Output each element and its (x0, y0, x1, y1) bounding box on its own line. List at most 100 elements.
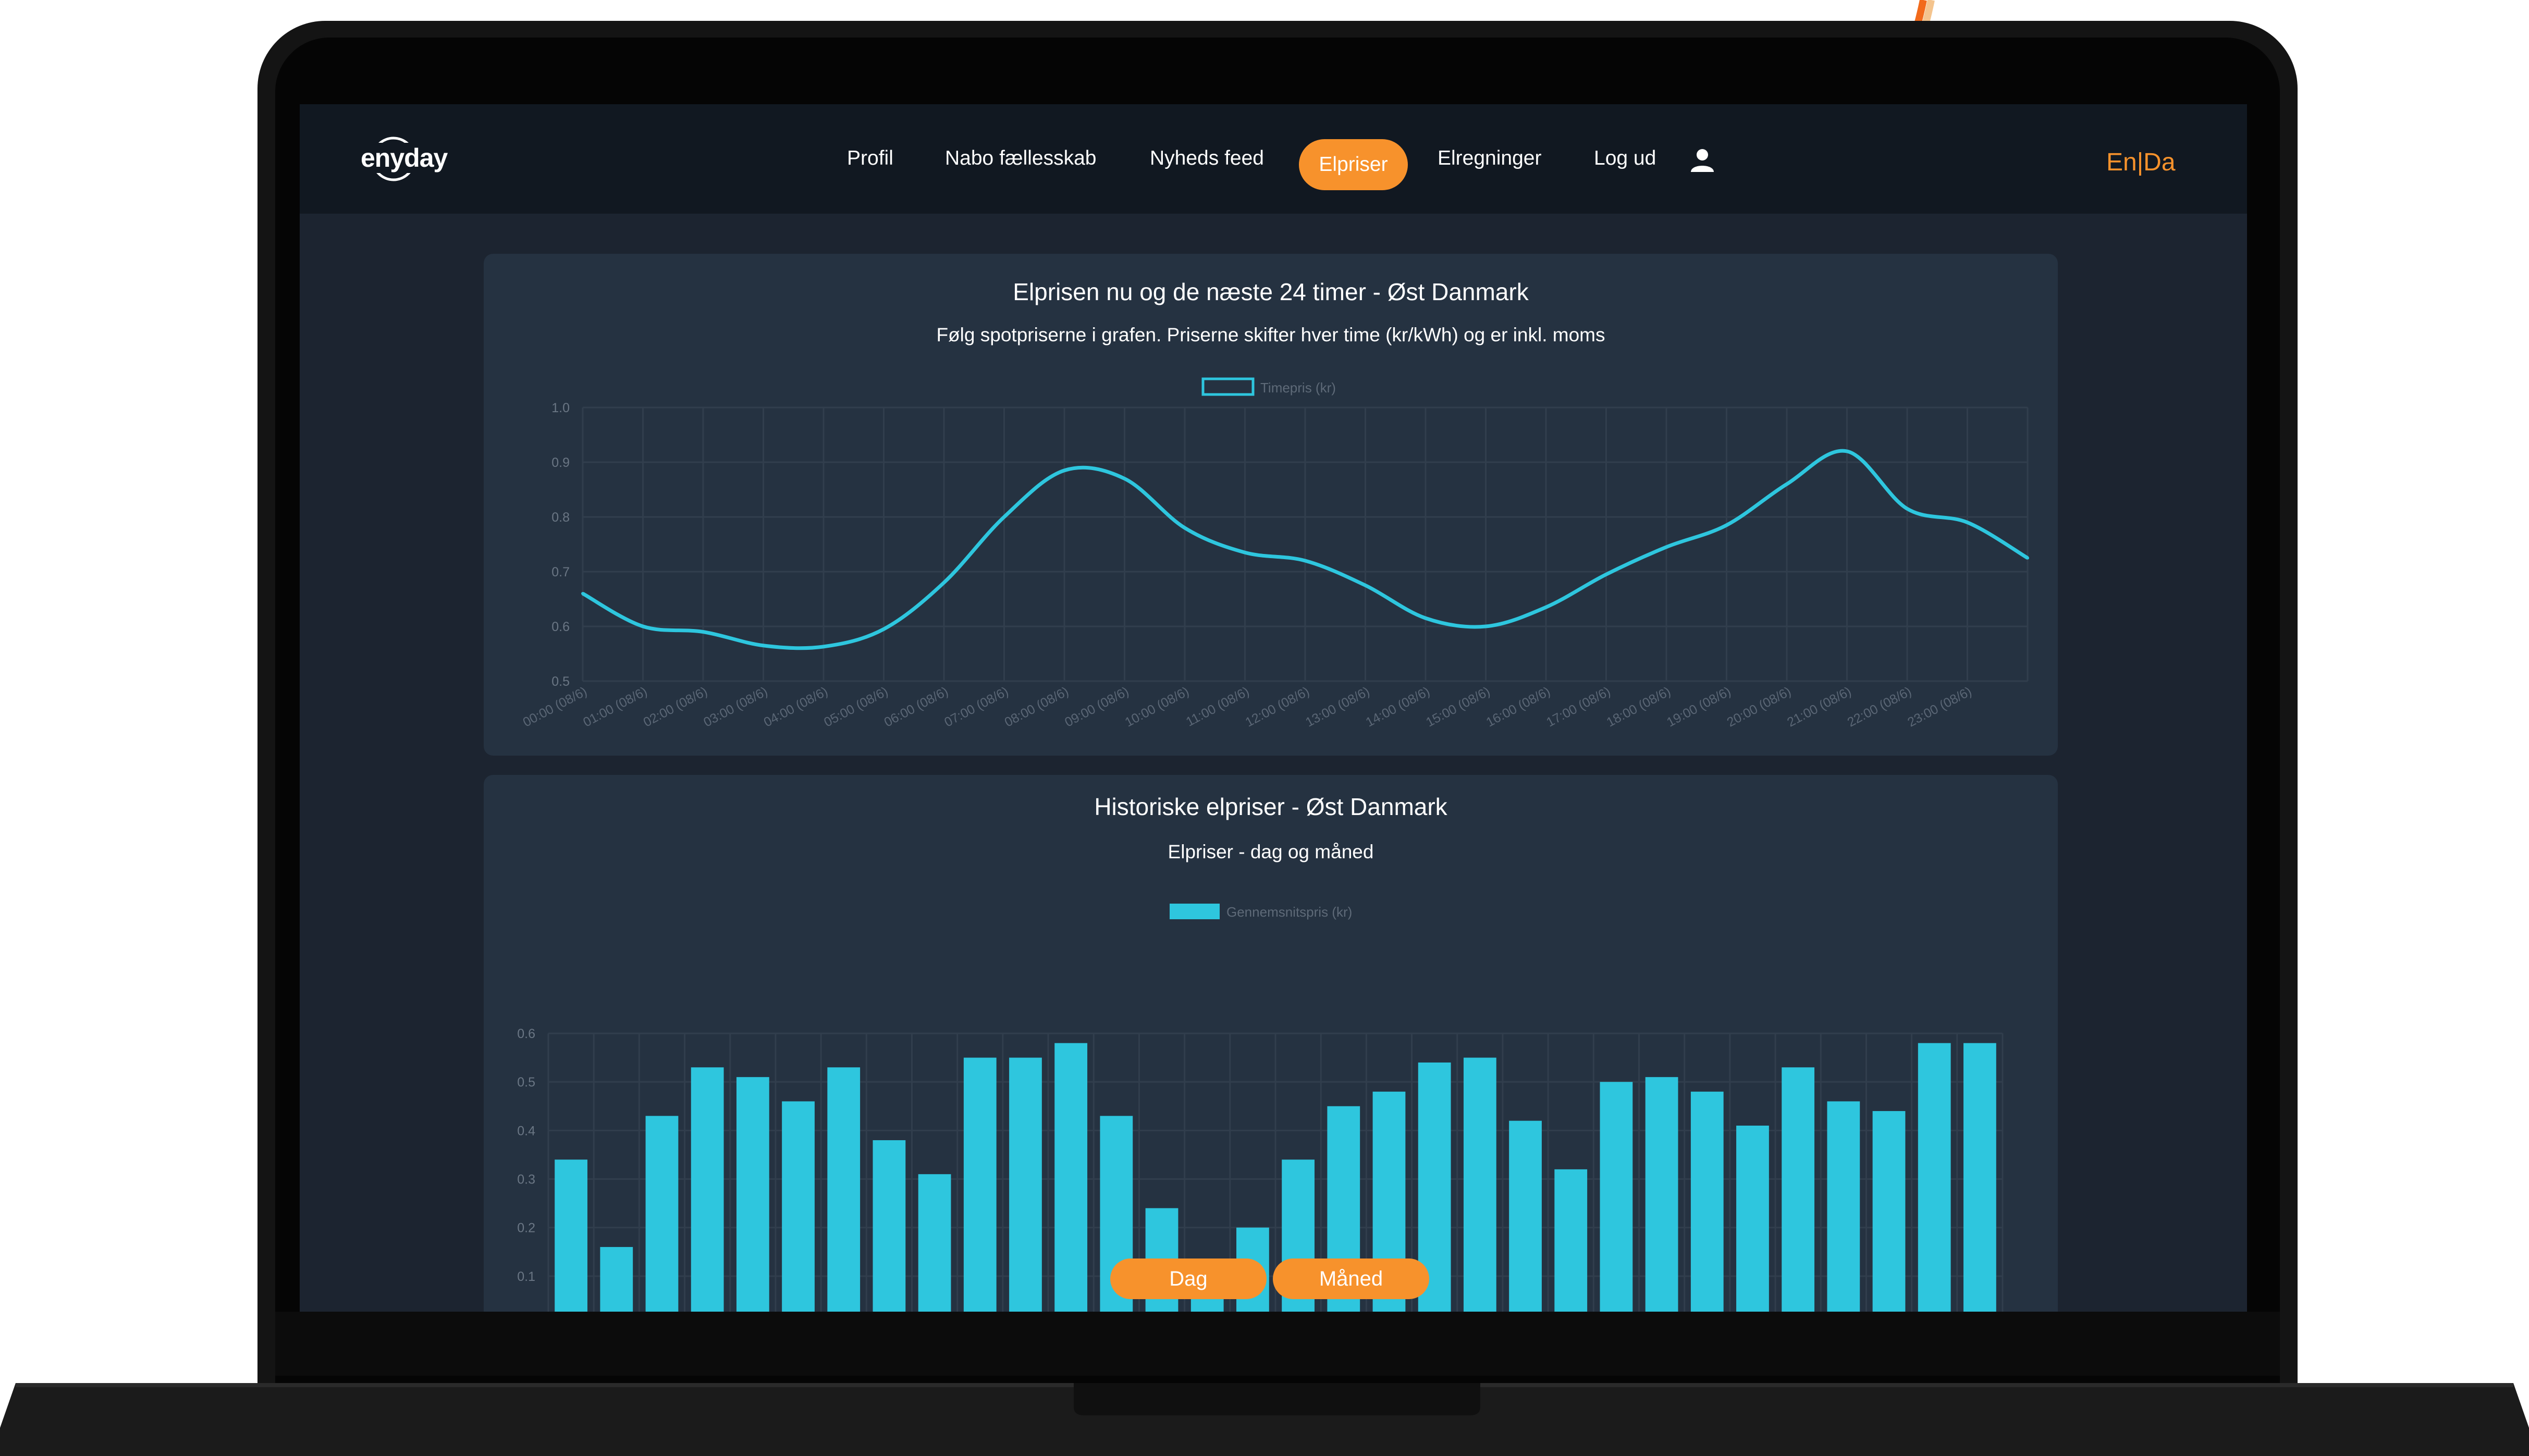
y-tick-label: 0.6 (551, 620, 570, 634)
line-point (1243, 551, 1247, 554)
y-tick-label: 0.3 (517, 1173, 535, 1187)
bar (918, 1174, 951, 1312)
bar (1963, 1043, 1996, 1312)
laptop-base (0, 1383, 2529, 1456)
history-price-card: Historiske elpriser - Øst Danmark Elpris… (484, 775, 2058, 1312)
bar (1827, 1101, 1860, 1312)
line-point (2026, 556, 2029, 560)
bar (963, 1057, 997, 1312)
enyday-logo[interactable]: enyday (354, 137, 450, 181)
line-point (1544, 606, 1548, 609)
line-point (1424, 616, 1427, 620)
hourly-price-card: Elprisen nu og de næste 24 timer - Øst D… (484, 254, 2058, 756)
bar (1736, 1126, 1769, 1312)
line-point (1604, 573, 1608, 576)
bar (645, 1116, 679, 1312)
y-tick-label: 0.6 (517, 1027, 535, 1041)
line-point (641, 625, 645, 628)
day-button[interactable]: Dag (1110, 1258, 1267, 1299)
laptop-chin (275, 1312, 2280, 1376)
legend-label: Timepris (kr) (1260, 380, 1336, 396)
bar (736, 1077, 769, 1312)
x-tick-label: 07:00 (08/6) (942, 684, 1011, 730)
x-tick-label: 04:00 (08/6) (762, 684, 830, 730)
line-legend: Timepris (kr) (1201, 377, 1336, 396)
x-tick-label: 17:00 (08/6) (1544, 684, 1613, 730)
x-tick-label: 01:00 (08/6) (581, 684, 649, 730)
nav-profil[interactable]: Profil (847, 147, 893, 170)
x-tick-label: 03:00 (08/6) (701, 684, 770, 730)
bar (1509, 1120, 1542, 1312)
nav-log-ud[interactable]: Log ud (1594, 147, 1656, 170)
bar (782, 1101, 815, 1312)
line-point (882, 627, 886, 631)
bar (691, 1067, 724, 1312)
user-icon[interactable] (1689, 147, 1715, 173)
top-navbar: enyday Profil Nabo fællesskab Nyheds fee… (300, 104, 2247, 214)
line-point (702, 630, 705, 634)
app-screen: enyday Profil Nabo fællesskab Nyheds fee… (300, 104, 2247, 1312)
nav-elpriser-active[interactable]: Elpriser (1299, 139, 1408, 190)
legend-swatch-bar (1170, 904, 1220, 919)
month-button[interactable]: Måned (1273, 1258, 1429, 1299)
x-tick-label: 21:00 (08/6) (1785, 684, 1853, 730)
x-tick-label: 06:00 (08/6) (882, 684, 951, 730)
bar (1600, 1082, 1633, 1312)
x-tick-label: 14:00 (08/6) (1364, 684, 1432, 730)
history-bar-chart: Gennemsnitspris (kr)0.60.50.40.30.20.100… (517, 904, 2004, 1312)
y-tick-label: 0.5 (517, 1075, 535, 1090)
line-point (1002, 515, 1006, 519)
bar (1782, 1067, 1815, 1312)
x-tick-label: 12:00 (08/6) (1243, 684, 1312, 730)
line-point (581, 592, 584, 595)
x-tick-label: 19:00 (08/6) (1664, 684, 1733, 730)
bar (600, 1247, 633, 1312)
x-tick-label: 10:00 (08/6) (1123, 684, 1192, 730)
bar (555, 1159, 587, 1312)
hourly-line-chart: Timepris (kr) 1.0 0.9 0.8 0.7 0.6 0.500:00 (08… (521, 377, 2029, 730)
x-tick-label: 05:00 (08/6) (821, 684, 890, 730)
line-point (762, 644, 765, 647)
bar (873, 1140, 906, 1312)
x-tick-label: 18:00 (08/6) (1604, 684, 1673, 730)
y-tick-label: 0.9 (551, 455, 570, 470)
legend-swatch-line (1201, 377, 1255, 396)
line-point (1845, 450, 1849, 453)
line-point (822, 645, 825, 648)
nav-nyheds-feed[interactable]: Nyheds feed (1150, 147, 1264, 170)
bar (1554, 1169, 1588, 1312)
language-switch[interactable]: En|Da (2106, 148, 2176, 177)
x-tick-label: 11:00 (08/6) (1184, 684, 1252, 730)
x-tick-label: 08:00 (08/6) (1002, 684, 1071, 730)
x-tick-label: 16:00 (08/6) (1484, 684, 1553, 730)
logo-text: enyday (359, 143, 450, 173)
nav-nabo-faellesskab[interactable]: Nabo fællesskab (945, 147, 1096, 170)
y-tick-label: 0.5 (551, 674, 570, 689)
bar (827, 1067, 861, 1312)
line-point (1665, 545, 1668, 549)
bar (1690, 1091, 1724, 1312)
y-tick-label: 0.1 (517, 1269, 535, 1284)
nav-elregninger[interactable]: Elregninger (1438, 147, 1541, 170)
y-tick-label: 0.7 (551, 565, 570, 579)
x-tick-label: 13:00 (08/6) (1303, 684, 1372, 730)
bar (1009, 1057, 1042, 1312)
x-tick-label: 00:00 (08/6) (521, 684, 590, 730)
bar (1054, 1043, 1088, 1312)
x-tick-label: 23:00 (08/6) (1905, 684, 1974, 730)
line-point (1063, 468, 1066, 472)
x-tick-label: 09:00 (08/6) (1062, 684, 1131, 730)
line-point (1304, 559, 1307, 562)
bar (1918, 1043, 1951, 1312)
y-tick-label: 1.0 (551, 401, 570, 415)
line-point (1966, 521, 1969, 524)
line-point (1183, 526, 1186, 529)
line-point (1725, 523, 1728, 527)
y-tick-label: 0.8 (551, 510, 570, 525)
line-point (1484, 625, 1488, 628)
bar (1872, 1111, 1906, 1312)
line-point (1123, 477, 1126, 480)
x-tick-label: 20:00 (08/6) (1725, 684, 1794, 730)
legend-label: Gennemsnitspris (kr) (1226, 904, 1352, 920)
bar-legend: Gennemsnitspris (kr) (1170, 904, 1352, 920)
